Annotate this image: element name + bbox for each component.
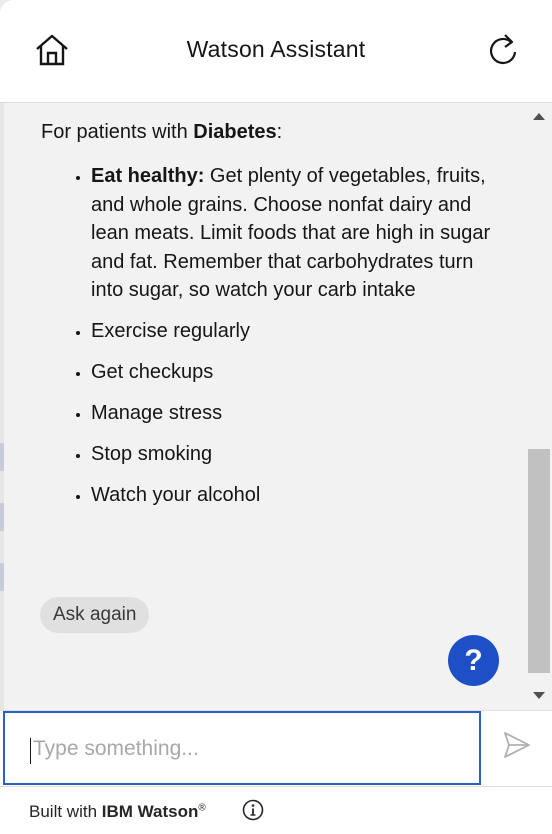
list-item-text: Get checkups xyxy=(91,361,214,383)
list-item-text: Manage stress xyxy=(91,402,223,424)
left-edge xyxy=(0,103,4,710)
refresh-button[interactable] xyxy=(482,32,524,72)
scroll-up-arrow-icon[interactable] xyxy=(533,113,545,120)
scrollbar-thumb[interactable] xyxy=(528,449,550,673)
ask-again-button[interactable]: Ask again xyxy=(40,597,150,633)
edge-mark xyxy=(0,443,4,471)
list-item: Exercise regularly xyxy=(91,317,511,346)
assistant-title: Watson Assistant xyxy=(186,36,366,62)
question-icon: ? xyxy=(464,643,483,677)
text-caret xyxy=(30,738,31,764)
list-item-text: Exercise regularly xyxy=(91,320,250,342)
info-icon xyxy=(242,799,264,826)
built-prefix: Built with xyxy=(29,802,102,821)
intro-condition: Diabetes xyxy=(193,121,277,143)
intro-suffix: : xyxy=(276,121,283,143)
registered-mark: ® xyxy=(198,802,206,814)
edge-mark xyxy=(0,563,4,591)
message-input-container[interactable] xyxy=(3,711,481,785)
header: Watson Assistant xyxy=(0,0,552,103)
intro-text: For patients with xyxy=(41,121,194,143)
advice-list: Eat healthy: Get plenty of vegetables, f… xyxy=(41,162,511,510)
list-item-text: Watch your alcohol xyxy=(91,484,261,506)
message-input[interactable] xyxy=(31,731,455,767)
list-item: Manage stress xyxy=(91,399,511,428)
scroll-down-arrow-icon[interactable] xyxy=(533,692,545,699)
list-item: Watch your alcohol xyxy=(91,481,511,510)
list-item: Stop smoking xyxy=(91,440,511,469)
list-item-heading: Eat healthy: xyxy=(91,165,205,187)
list-item: Eat healthy: Get plenty of vegetables, f… xyxy=(91,162,511,305)
brand-name: IBM Watson xyxy=(101,802,199,821)
refresh-icon xyxy=(486,32,520,73)
edge-mark xyxy=(0,503,4,531)
assistant-panel: Watson Assistant For patients with Diabe… xyxy=(0,0,552,834)
built-with-label: Built with IBM Watson® xyxy=(29,802,206,822)
send-icon xyxy=(502,730,532,765)
bot-message: For patients with Diabetes: Eat healthy:… xyxy=(41,118,511,522)
list-item-text: Stop smoking xyxy=(91,443,213,465)
message-intro: For patients with Diabetes: xyxy=(41,118,511,146)
list-item: Get checkups xyxy=(91,358,511,387)
help-button[interactable]: ? xyxy=(448,635,499,686)
send-button[interactable] xyxy=(500,730,534,764)
info-button[interactable] xyxy=(241,799,265,826)
